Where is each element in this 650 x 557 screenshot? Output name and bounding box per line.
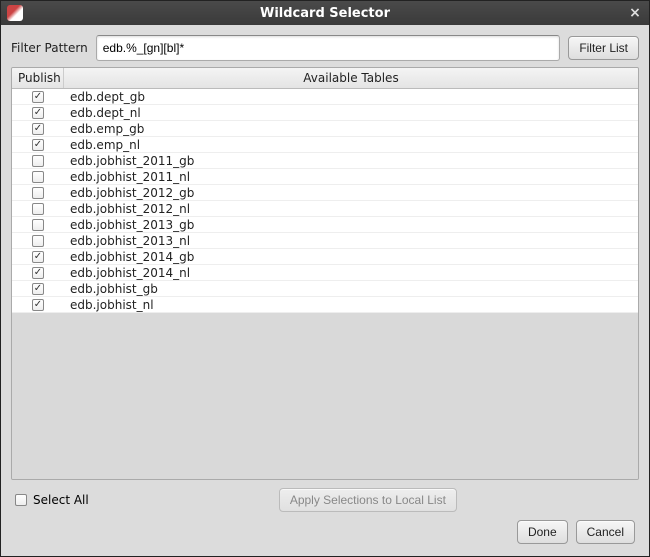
publish-checkbox[interactable] <box>32 91 44 103</box>
titlebar: Wildcard Selector × <box>1 1 649 25</box>
publish-checkbox[interactable] <box>32 299 44 311</box>
table-row[interactable]: edb.emp_gb <box>12 121 638 137</box>
publish-checkbox[interactable] <box>32 251 44 263</box>
publish-cell <box>12 187 64 199</box>
publish-checkbox[interactable] <box>32 187 44 199</box>
filter-button[interactable]: Filter List <box>568 36 639 60</box>
app-icon <box>7 5 23 21</box>
publish-checkbox[interactable] <box>32 139 44 151</box>
table-frame: Publish Available Tables edb.dept_gbedb.… <box>11 67 639 480</box>
publish-checkbox[interactable] <box>32 171 44 183</box>
publish-cell <box>12 299 64 311</box>
table-name-cell: edb.jobhist_2013_nl <box>64 234 638 248</box>
table-name-cell: edb.jobhist_2012_gb <box>64 186 638 200</box>
table-row[interactable]: edb.dept_gb <box>12 89 638 105</box>
apply-button: Apply Selections to Local List <box>279 488 457 512</box>
select-all-wrap: Select All <box>15 493 89 507</box>
table-name-cell: edb.jobhist_2012_nl <box>64 202 638 216</box>
footer-row: Select All Apply Selections to Local Lis… <box>11 486 639 512</box>
publish-checkbox[interactable] <box>32 267 44 279</box>
filter-input[interactable] <box>96 35 561 61</box>
publish-checkbox[interactable] <box>32 235 44 247</box>
done-button[interactable]: Done <box>517 520 568 544</box>
table-name-cell: edb.jobhist_2011_gb <box>64 154 638 168</box>
table-row[interactable]: edb.jobhist_nl <box>12 297 638 313</box>
publish-cell <box>12 171 64 183</box>
table-row[interactable]: edb.jobhist_2012_nl <box>12 201 638 217</box>
table-row[interactable]: edb.jobhist_2014_gb <box>12 249 638 265</box>
table-body[interactable]: edb.dept_gb edb.dept_nl edb.emp_gb edb.emp_… <box>12 89 638 479</box>
publish-cell <box>12 107 64 119</box>
content: Filter Pattern Filter List Publish Avail… <box>1 25 649 556</box>
select-all-checkbox[interactable] <box>15 494 27 506</box>
publish-checkbox[interactable] <box>32 203 44 215</box>
filter-label: Filter Pattern <box>11 41 88 55</box>
table-row[interactable]: edb.jobhist_2011_nl <box>12 169 638 185</box>
table-name-cell: edb.jobhist_nl <box>64 298 638 312</box>
table-header: Publish Available Tables <box>12 68 638 89</box>
table-row[interactable]: edb.jobhist_2014_nl <box>12 265 638 281</box>
publish-cell <box>12 235 64 247</box>
table-name-cell: edb.dept_gb <box>64 90 638 104</box>
publish-cell <box>12 155 64 167</box>
select-all-label: Select All <box>33 493 89 507</box>
table-name-cell: edb.dept_nl <box>64 106 638 120</box>
table-name-cell: edb.emp_gb <box>64 122 638 136</box>
window: Wildcard Selector × Filter Pattern Filte… <box>0 0 650 557</box>
table-row[interactable]: edb.jobhist_gb <box>12 281 638 297</box>
window-title: Wildcard Selector <box>23 6 627 21</box>
table-row[interactable]: edb.dept_nl <box>12 105 638 121</box>
publish-cell <box>12 219 64 231</box>
publish-cell <box>12 251 64 263</box>
column-header-publish[interactable]: Publish <box>12 68 64 88</box>
table-row[interactable]: edb.emp_nl <box>12 137 638 153</box>
publish-cell <box>12 139 64 151</box>
table-name-cell: edb.jobhist_2013_gb <box>64 218 638 232</box>
table-row[interactable]: edb.jobhist_2013_gb <box>12 217 638 233</box>
publish-cell <box>12 267 64 279</box>
publish-checkbox[interactable] <box>32 283 44 295</box>
publish-cell <box>12 203 64 215</box>
cancel-button[interactable]: Cancel <box>576 520 635 544</box>
table-name-cell: edb.emp_nl <box>64 138 638 152</box>
publish-cell <box>12 91 64 103</box>
publish-checkbox[interactable] <box>32 155 44 167</box>
table-name-cell: edb.jobhist_2014_nl <box>64 266 638 280</box>
table-name-cell: edb.jobhist_gb <box>64 282 638 296</box>
close-icon[interactable]: × <box>627 5 643 21</box>
filter-row: Filter Pattern Filter List <box>11 35 639 61</box>
table-row[interactable]: edb.jobhist_2012_gb <box>12 185 638 201</box>
table-name-cell: edb.jobhist_2014_gb <box>64 250 638 264</box>
column-header-available[interactable]: Available Tables <box>64 68 638 88</box>
table-name-cell: edb.jobhist_2011_nl <box>64 170 638 184</box>
publish-cell <box>12 123 64 135</box>
publish-cell <box>12 283 64 295</box>
table-row[interactable]: edb.jobhist_2013_nl <box>12 233 638 249</box>
publish-checkbox[interactable] <box>32 219 44 231</box>
publish-checkbox[interactable] <box>32 123 44 135</box>
table-row[interactable]: edb.jobhist_2011_gb <box>12 153 638 169</box>
action-row: Done Cancel <box>11 518 639 546</box>
publish-checkbox[interactable] <box>32 107 44 119</box>
